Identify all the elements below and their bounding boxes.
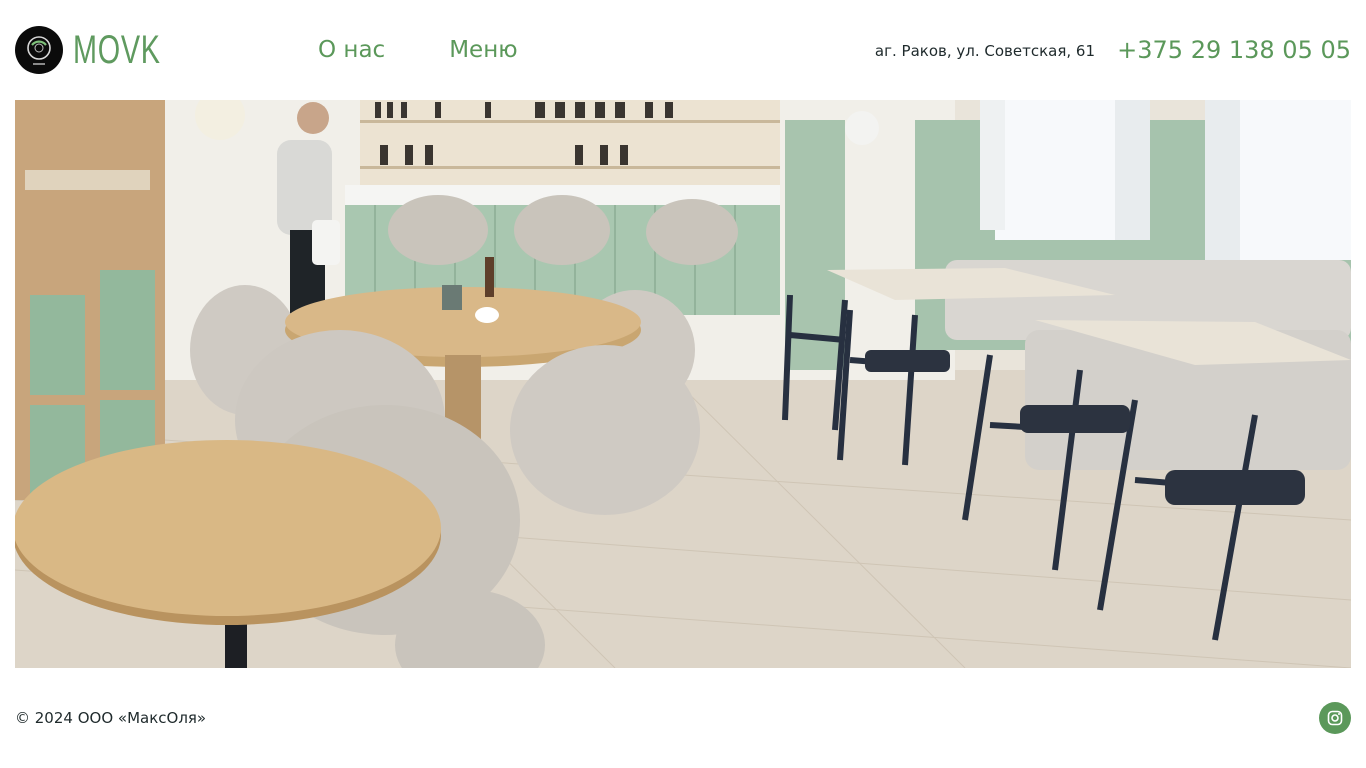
instagram-icon bbox=[1327, 710, 1343, 726]
nav-link-menu[interactable]: Меню bbox=[449, 34, 517, 66]
brand-wordmark: MOVK bbox=[73, 28, 161, 72]
copyright-text: © 2024 ООО «МаксОля» bbox=[15, 709, 207, 727]
logo-link[interactable]: MOVK bbox=[15, 26, 195, 74]
address-text: аг. Раков, ул. Советская, 61 bbox=[874, 42, 1095, 60]
hero-image bbox=[15, 100, 1351, 668]
logo-icon bbox=[15, 26, 63, 74]
phone-link[interactable]: +375 29 138 05 05 bbox=[1117, 34, 1351, 66]
instagram-link[interactable] bbox=[1319, 702, 1351, 734]
main-nav: О нас Меню bbox=[318, 34, 518, 66]
nav-link-about[interactable]: О нас bbox=[318, 34, 385, 66]
site-header: MOVK О нас Меню аг. Раков, ул. Советская… bbox=[0, 0, 1366, 100]
